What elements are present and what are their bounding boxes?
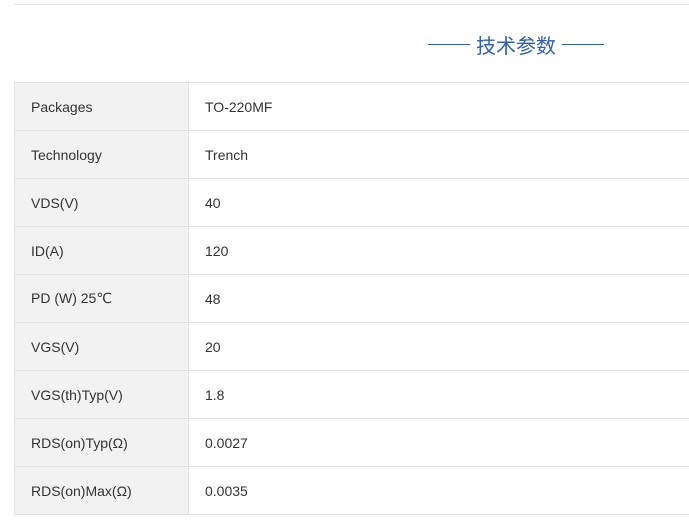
spec-value: 0.0027 xyxy=(188,418,689,467)
spec-label: RDS(on)Max(Ω) xyxy=(14,466,189,515)
spec-value: 48 xyxy=(188,274,689,323)
spec-value: TO-220MF xyxy=(188,82,689,131)
spec-value: 40 xyxy=(188,178,689,227)
table-row: Packages TO-220MF xyxy=(14,82,689,131)
spec-value: 0.0035 xyxy=(188,466,689,515)
table-row: VGS(th)Typ(V) 1.8 xyxy=(14,370,689,419)
top-divider xyxy=(14,4,689,5)
table-row: ID(A) 120 xyxy=(14,226,689,275)
table-row: Technology Trench xyxy=(14,130,689,179)
spec-value: 120 xyxy=(188,226,689,275)
spec-label: VGS(V) xyxy=(14,322,189,371)
spec-label: VGS(th)Typ(V) xyxy=(14,370,189,419)
spec-label: Technology xyxy=(14,130,189,179)
table-row: PD (W) 25℃ 48 xyxy=(14,274,689,323)
spec-label: PD (W) 25℃ xyxy=(14,274,189,323)
table-row: RDS(on)Max(Ω) 0.0035 xyxy=(14,466,689,515)
table-row: VDS(V) 40 xyxy=(14,178,689,227)
spec-label: VDS(V) xyxy=(14,178,189,227)
spec-label: RDS(on)Typ(Ω) xyxy=(14,418,189,467)
spec-label: ID(A) xyxy=(14,226,189,275)
spec-value: 1.8 xyxy=(188,370,689,419)
title-right-dash xyxy=(562,43,604,45)
table-row: VGS(V) 20 xyxy=(14,322,689,371)
section-title: 技术参数 xyxy=(428,31,604,58)
spec-value: 20 xyxy=(188,322,689,371)
spec-table: Packages TO-220MF Technology Trench VDS(… xyxy=(14,82,689,515)
spec-label: Packages xyxy=(14,82,189,131)
spec-value: Trench xyxy=(188,130,689,179)
table-row: RDS(on)Typ(Ω) 0.0027 xyxy=(14,418,689,467)
title-left-dash xyxy=(428,43,470,45)
section-title-text: 技术参数 xyxy=(476,35,556,58)
